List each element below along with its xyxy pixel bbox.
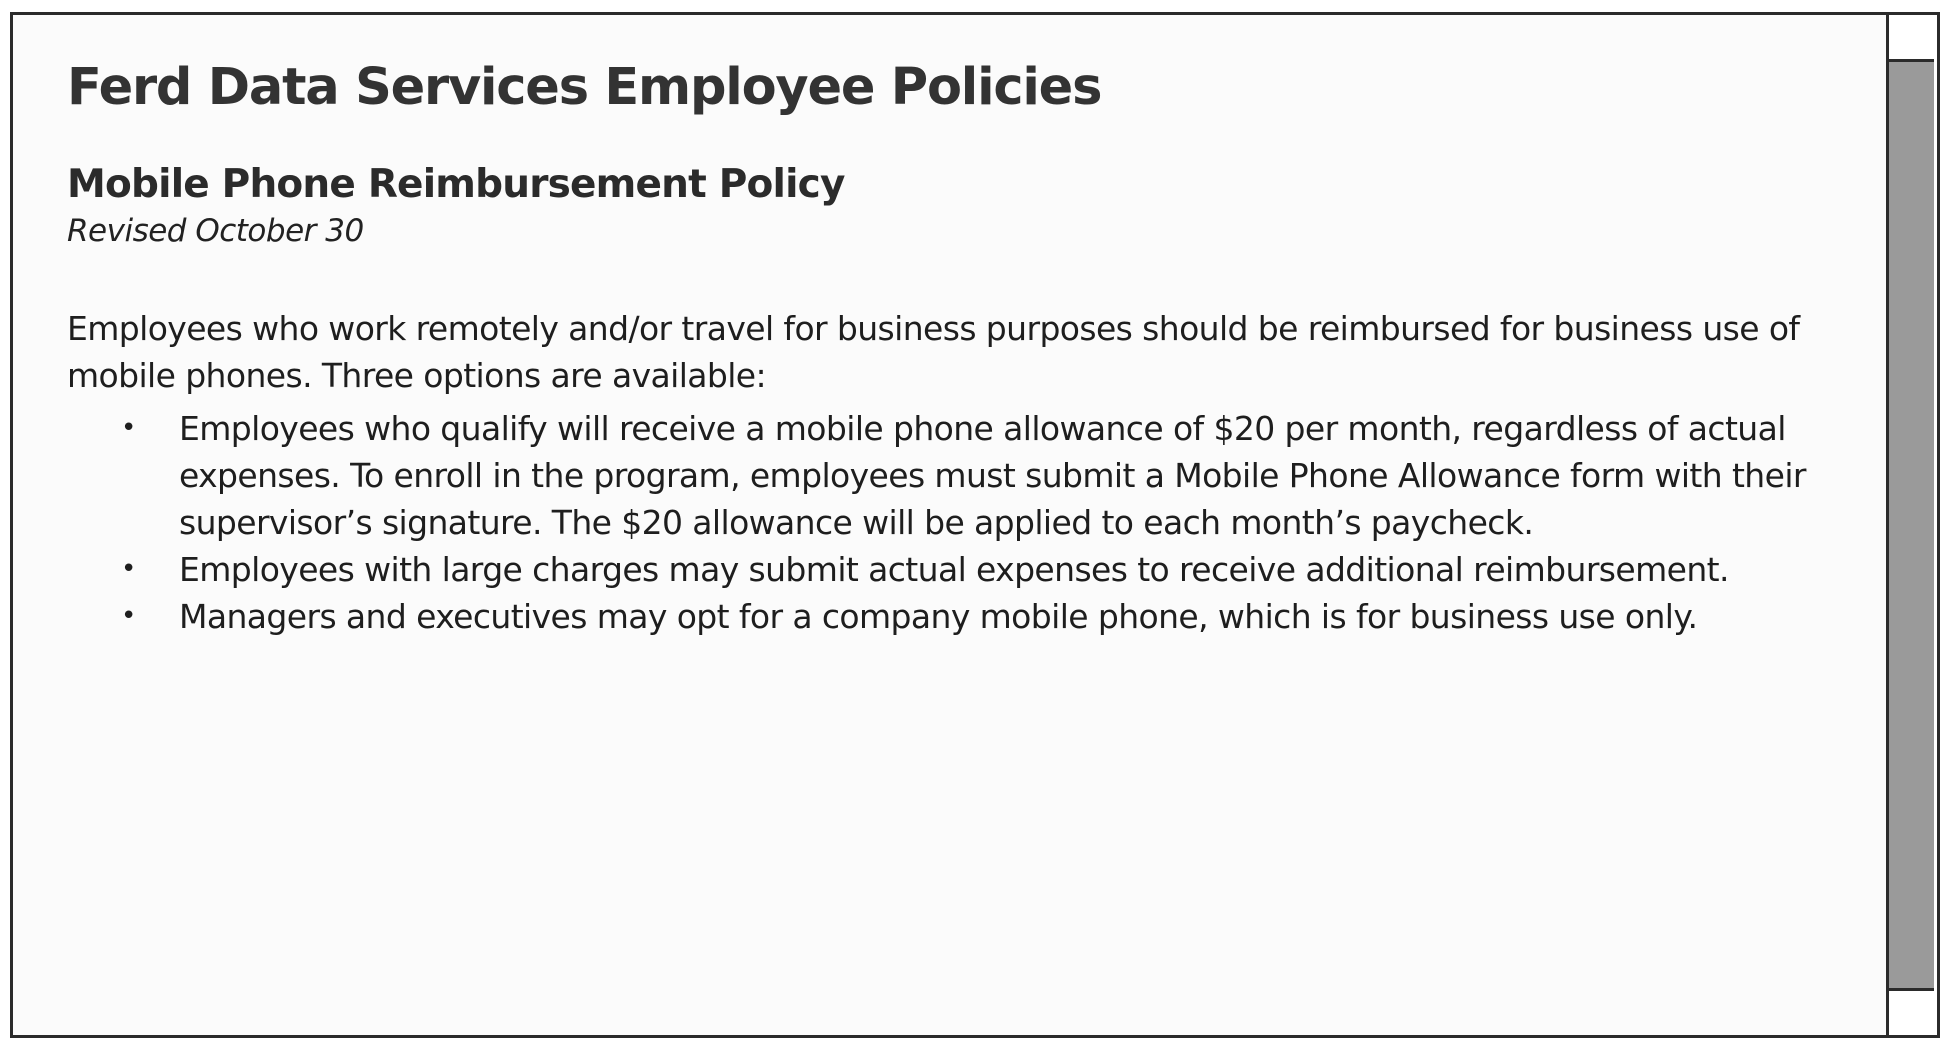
policy-options-list: • Employees who qualify will receive a m…	[67, 405, 1857, 640]
scrollbar-thumb[interactable]	[1889, 62, 1934, 988]
revised-date: Revised October 30	[67, 212, 364, 249]
document-window: Ferd Data Services Employee Policies Mob…	[10, 12, 1940, 1038]
scroll-down-button[interactable]	[1889, 988, 1934, 1035]
section-title: Mobile Phone Reimbursement Policy	[67, 162, 845, 208]
list-item-text: Employees who qualify will receive a mob…	[179, 408, 1806, 542]
bullet-icon: •	[121, 553, 136, 584]
list-item-text: Employees with large charges may submit …	[179, 549, 1729, 589]
page-title: Ferd Data Services Employee Policies	[67, 58, 1102, 117]
vertical-scrollbar[interactable]	[1886, 15, 1937, 1035]
scroll-up-button[interactable]	[1889, 15, 1934, 62]
bullet-icon: •	[121, 412, 136, 443]
list-item-text: Managers and executives may opt for a co…	[179, 596, 1698, 636]
list-item: • Employees who qualify will receive a m…	[67, 405, 1857, 546]
list-item: • Managers and executives may opt for a …	[67, 593, 1857, 640]
document-content: Ferd Data Services Employee Policies Mob…	[13, 15, 1889, 1035]
bullet-icon: •	[121, 600, 136, 631]
intro-paragraph: Employees who work remotely and/or trave…	[67, 308, 1800, 395]
list-item: • Employees with large charges may submi…	[67, 546, 1857, 593]
